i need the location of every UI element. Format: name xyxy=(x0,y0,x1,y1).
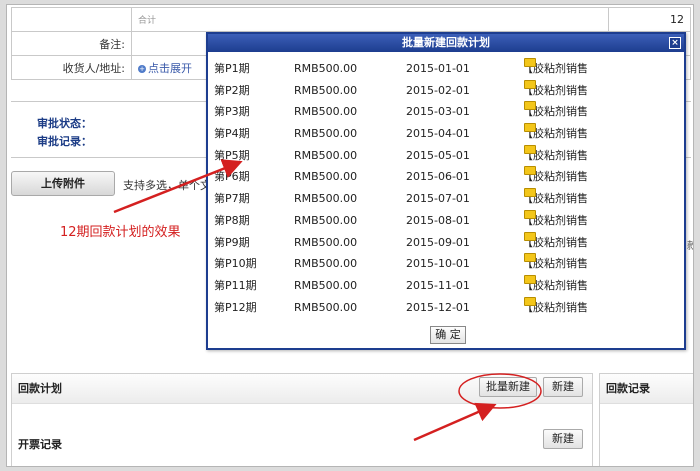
plan-date: 2015-03-01 xyxy=(406,105,470,119)
plan-period: 第P12期 xyxy=(214,300,257,314)
plus-icon: + xyxy=(138,64,146,73)
folder-icon[interactable] xyxy=(524,296,536,306)
annotation-text: 12期回款计划的效果 xyxy=(60,225,181,240)
upload-attachment-button[interactable]: 上传附件 xyxy=(11,171,115,196)
plan-row: 第P9期 RMB500.00 2015-09-01 【胶粘剂销售 xyxy=(214,231,678,254)
plan-date: 2015-04-01 xyxy=(406,127,470,141)
dialog-title: 批量新建回款计划 xyxy=(402,36,490,49)
plan-date: 2015-12-01 xyxy=(406,300,470,314)
plan-amount: RMB500.00 xyxy=(294,170,358,184)
plan-period: 第P7期 xyxy=(214,192,250,206)
folder-icon[interactable] xyxy=(524,58,536,67)
plan-period: 第P6期 xyxy=(214,170,250,184)
payment-record-panel: 回款记录 xyxy=(599,373,693,466)
folder-icon[interactable] xyxy=(524,274,536,284)
invoice-record-title: 开票记录 xyxy=(18,438,62,451)
plan-period: 第P11期 xyxy=(214,278,257,292)
folder-icon[interactable] xyxy=(524,101,536,111)
plan-row: 第P2期 RMB500.00 2015-02-01 【胶粘剂销售 xyxy=(214,79,678,102)
expand-link[interactable]: + 点击展开 xyxy=(138,62,192,75)
plan-amount: RMB500.00 xyxy=(294,300,358,314)
total-label-cell: 合计 xyxy=(131,7,609,32)
plan-row: 第P12期 RMB500.00 2015-12-01 【胶粘剂销售 xyxy=(214,296,678,319)
plan-amount: RMB500.00 xyxy=(294,278,358,292)
plan-amount: RMB500.00 xyxy=(294,235,358,249)
expand-link-label: 点击展开 xyxy=(148,61,192,75)
plan-row: 第P8期 RMB500.00 2015-08-01 【胶粘剂销售 xyxy=(214,209,678,232)
plan-period: 第P4期 xyxy=(214,127,250,141)
plan-amount: RMB500.00 xyxy=(294,213,358,227)
confirm-button[interactable]: 确 定 xyxy=(430,326,466,344)
batch-new-button[interactable]: 批量新建 xyxy=(479,377,537,397)
plan-row: 第P6期 RMB500.00 2015-06-01 【胶粘剂销售 xyxy=(214,166,678,188)
plan-date: 2015-09-01 xyxy=(406,235,470,249)
new-payment-plan-button[interactable]: 新建 xyxy=(543,377,583,397)
approval-section: 审批状态： 审批记录： xyxy=(37,115,92,151)
plan-row: 第P4期 RMB500.00 2015-04-01 【胶粘剂销售 xyxy=(214,123,678,145)
new-invoice-button[interactable]: 新建 xyxy=(543,429,583,449)
upload-hint: 支持多选，单个文 xyxy=(123,179,211,192)
plan-row: 第P3期 RMB500.00 2015-03-01 【胶粘剂销售 xyxy=(214,101,678,123)
approval-record-label: 审批记录： xyxy=(37,135,92,148)
plan-date: 2015-07-01 xyxy=(406,192,470,206)
clipped-text: 款 xyxy=(687,237,693,252)
dialog-titlebar: 批量新建回款计划 × xyxy=(208,34,684,52)
folder-icon[interactable] xyxy=(524,253,536,263)
plan-date: 2015-11-01 xyxy=(406,278,470,292)
plan-amount: RMB500.00 xyxy=(294,83,358,97)
plan-date: 2015-06-01 xyxy=(406,170,470,184)
plan-amount: RMB500.00 xyxy=(294,192,358,206)
plan-date: 2015-10-01 xyxy=(406,257,470,271)
folder-icon[interactable] xyxy=(524,209,536,219)
folder-icon[interactable] xyxy=(524,123,536,133)
remark-label: 备注: xyxy=(11,31,132,56)
plan-amount: RMB500.00 xyxy=(294,257,358,271)
plan-amount: RMB500.00 xyxy=(294,62,358,75)
plan-list: 第P1期 RMB500.00 2015-01-01 【胶粘剂销售 第P2期 RMB500.… xyxy=(214,58,678,318)
plan-amount: RMB500.00 xyxy=(294,105,358,119)
plan-row: 第P10期 RMB500.00 2015-10-01 【胶粘剂销售 xyxy=(214,253,678,275)
plan-row: 第P5期 RMB500.00 2015-05-01 【胶粘剂销售 xyxy=(214,144,678,167)
plan-row: 第P1期 RMB500.00 2015-01-01 【胶粘剂销售 xyxy=(214,58,678,80)
plan-amount: RMB500.00 xyxy=(294,148,358,162)
total-label: 合计 xyxy=(138,16,157,26)
plan-period: 第P2期 xyxy=(214,83,250,97)
folder-icon[interactable] xyxy=(524,144,536,154)
payment-record-title: 回款记录 xyxy=(600,374,693,404)
plan-period: 第P9期 xyxy=(214,235,250,249)
plan-period: 第P8期 xyxy=(214,213,250,227)
plan-row: 第P7期 RMB500.00 2015-07-01 【胶粘剂销售 xyxy=(214,188,678,210)
plan-date: 2015-02-01 xyxy=(406,83,470,97)
plan-date: 2015-08-01 xyxy=(406,213,470,227)
plan-date: 2015-01-01 xyxy=(406,62,470,75)
folder-icon[interactable] xyxy=(524,188,536,198)
plan-period: 第P5期 xyxy=(214,148,250,162)
consignee-label: 收货人/地址: xyxy=(11,55,132,80)
batch-create-dialog: 批量新建回款计划 × 第P1期 RMB500.00 2015-01-01 【胶粘剂销售… xyxy=(206,32,686,350)
approval-status-label: 审批状态： xyxy=(37,117,92,130)
total-row: 合计 12 xyxy=(11,7,691,32)
plan-amount: RMB500.00 xyxy=(294,127,358,141)
folder-icon[interactable] xyxy=(524,231,536,241)
empty-label-cell xyxy=(11,7,132,32)
folder-icon[interactable] xyxy=(524,79,536,89)
total-value: 12 xyxy=(608,7,691,32)
folder-icon[interactable] xyxy=(524,166,536,176)
plan-period: 第P10期 xyxy=(214,257,257,271)
plan-period: 第P3期 xyxy=(214,105,250,119)
plan-row: 第P11期 RMB500.00 2015-11-01 【胶粘剂销售 xyxy=(214,274,678,297)
close-icon[interactable]: × xyxy=(669,37,681,49)
plan-date: 2015-05-01 xyxy=(406,148,470,162)
plan-period: 第P1期 xyxy=(214,62,250,75)
